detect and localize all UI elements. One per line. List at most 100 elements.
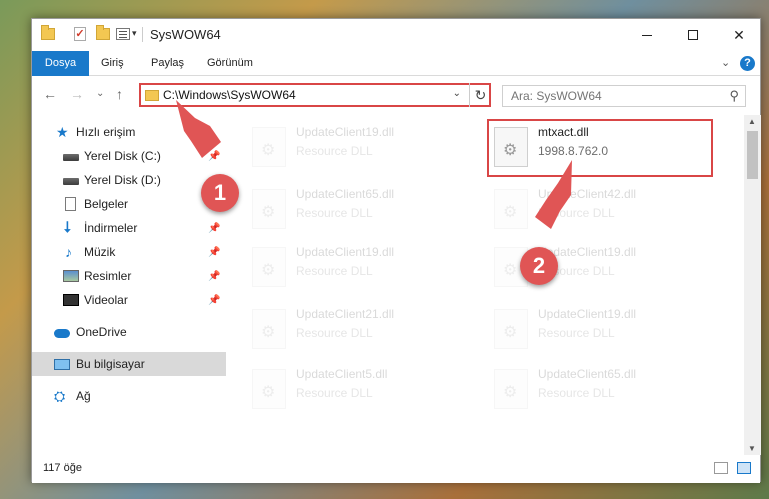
drive-icon: [63, 154, 79, 161]
explorer-window: ✓ ▾ SysWOW64 ✕ Dosya Giriş Paylaş Görünü…: [31, 18, 761, 483]
sidebar-item-videos[interactable]: Videolar 📌: [32, 288, 226, 312]
pin-icon[interactable]: 📌: [208, 223, 220, 234]
sidebar-item-local-disk-d[interactable]: Yerel Disk (D:): [32, 168, 226, 192]
file-name: UpdateClient21.dll: [296, 307, 395, 321]
tab-share[interactable]: Paylaş: [139, 51, 196, 76]
refresh-button[interactable]: ↻: [469, 83, 491, 107]
new-folder-icon[interactable]: [96, 25, 110, 40]
title-bar: ✓ ▾ SysWOW64 ✕: [32, 19, 760, 51]
search-box[interactable]: ⚲: [502, 85, 746, 107]
sidebar-item-local-disk-c[interactable]: Yerel Disk (C:) 📌: [32, 144, 226, 168]
sidebar-item-label: İndirmeler: [84, 221, 138, 235]
maximize-button[interactable]: [670, 19, 716, 51]
divider: [142, 27, 143, 42]
sidebar-item-onedrive[interactable]: OneDrive: [32, 320, 226, 344]
drive-icon: [63, 178, 79, 185]
sidebar-item-downloads[interactable]: ⭣ İndirmeler 📌: [32, 216, 226, 240]
gear-icon: ⚙: [261, 324, 276, 341]
quick-access-dropdown-icon[interactable]: ▾: [132, 28, 137, 39]
window-title: SysWOW64: [150, 27, 221, 42]
search-input[interactable]: [503, 86, 713, 106]
gear-icon: ⚙: [503, 384, 518, 401]
file-name: UpdateClient5.dll: [296, 367, 388, 381]
pin-icon[interactable]: 📌: [208, 151, 220, 162]
folder-icon: [41, 25, 55, 40]
properties-check-icon[interactable]: ✓: [74, 27, 86, 41]
file-description: Resource DLL: [296, 386, 373, 400]
search-icon[interactable]: ⚲: [729, 88, 739, 104]
address-path[interactable]: C:\Windows\SysWOW64: [163, 88, 296, 102]
file-name: UpdateClient65.dll: [538, 367, 637, 381]
forward-button[interactable]: →: [70, 86, 84, 102]
cloud-icon: [54, 329, 70, 338]
tab-home[interactable]: Giriş: [89, 51, 136, 76]
help-icon[interactable]: ?: [740, 56, 755, 71]
gear-icon: ⚙: [261, 142, 276, 159]
file-item[interactable]: ⚙ UpdateClient65.dll Resource DLL: [490, 361, 726, 417]
properties-icon[interactable]: [116, 28, 130, 40]
video-icon: [63, 294, 79, 306]
address-bar[interactable]: C:\Windows\SysWOW64 ⌄: [139, 83, 491, 107]
sidebar-item-label: Resimler: [84, 269, 132, 283]
file-item[interactable]: ⚙ UpdateClient65.dll Resource DLL: [248, 181, 484, 237]
sidebar-item-label: Ağ: [76, 389, 91, 403]
pin-icon[interactable]: 📌: [208, 295, 220, 306]
dll-file-icon: ⚙: [252, 189, 286, 229]
scroll-up-icon[interactable]: ▲: [748, 117, 756, 126]
sidebar-item-documents[interactable]: Belgeler 📌: [32, 192, 226, 216]
step-marker-1: 1: [201, 174, 239, 212]
sidebar-item-network[interactable]: ⛭ Ağ: [32, 384, 226, 408]
file-name: UpdateClient65.dll: [296, 187, 395, 201]
file-name: UpdateClient42.dll: [538, 187, 637, 201]
dll-file-icon: ⚙: [494, 309, 528, 349]
status-bar: 117 öğe: [32, 455, 760, 483]
back-button[interactable]: ←: [43, 86, 57, 102]
sidebar-item-this-pc[interactable]: Bu bilgisayar: [32, 352, 226, 376]
tab-view[interactable]: Görünüm: [195, 51, 265, 76]
gear-icon: ⚙: [261, 384, 276, 401]
file-item[interactable]: ⚙ UpdateClient19.dll Resource DLL: [490, 301, 726, 357]
recent-locations-button[interactable]: ⌄: [96, 88, 104, 99]
sidebar-item-label: Belgeler: [84, 197, 129, 211]
expand-ribbon-icon[interactable]: ⌄: [721, 56, 730, 69]
navigation-pane: ★ Hızlı erişim Yerel Disk (C:) 📌 Yerel D…: [32, 115, 226, 455]
address-dropdown-icon[interactable]: ⌄: [453, 88, 461, 99]
vertical-scrollbar[interactable]: ▲ ▼: [744, 115, 761, 455]
sidebar-item-label: Bu bilgisayar: [76, 357, 145, 371]
file-item[interactable]: ⚙ UpdateClient42.dll Resource DLL: [490, 181, 726, 237]
dll-file-icon: ⚙: [252, 369, 286, 409]
file-item[interactable]: ⚙ UpdateClient21.dll Resource DLL: [248, 301, 484, 357]
folder-icon: [145, 90, 159, 101]
sidebar-item-quick-access[interactable]: ★ Hızlı erişim: [32, 120, 226, 144]
dll-file-icon: ⚙: [252, 309, 286, 349]
gear-icon: ⚙: [503, 204, 518, 221]
sidebar-item-music[interactable]: ♪ Müzik 📌: [32, 240, 226, 264]
file-item[interactable]: ⚙ UpdateClient19.dll Resource DLL: [248, 239, 484, 295]
sidebar-item-label: OneDrive: [76, 325, 127, 339]
document-icon: [65, 197, 76, 211]
details-view-button[interactable]: [714, 462, 728, 474]
minimize-button[interactable]: [624, 19, 670, 51]
dll-file-icon: ⚙: [252, 247, 286, 287]
pictures-icon: [63, 270, 79, 282]
tiles-view-button[interactable]: [737, 462, 751, 474]
tab-file[interactable]: Dosya: [32, 51, 89, 76]
sidebar-item-label: Yerel Disk (D:): [84, 173, 161, 187]
pin-icon[interactable]: 📌: [208, 271, 220, 282]
sidebar-item-pictures[interactable]: Resimler 📌: [32, 264, 226, 288]
dll-file-icon: ⚙: [494, 189, 528, 229]
file-item[interactable]: ⚙ UpdateClient5.dll Resource DLL: [248, 361, 484, 417]
close-button[interactable]: ✕: [716, 19, 762, 51]
pin-icon[interactable]: 📌: [208, 247, 220, 258]
minimize-icon: [642, 34, 652, 36]
file-description: Resource DLL: [538, 206, 615, 220]
scroll-down-icon[interactable]: ▼: [748, 444, 756, 453]
file-item[interactable]: ⚙ UpdateClient19.dll Resource DLL: [248, 119, 484, 175]
file-highlight-box: [487, 119, 713, 177]
sidebar-item-label: Hızlı erişim: [76, 125, 136, 139]
gear-icon: ⚙: [261, 204, 276, 221]
sidebar-item-label: Yerel Disk (C:): [84, 149, 161, 163]
file-description: Resource DLL: [296, 144, 373, 158]
scrollbar-thumb[interactable]: [747, 131, 758, 179]
up-button[interactable]: ↑: [116, 86, 123, 102]
